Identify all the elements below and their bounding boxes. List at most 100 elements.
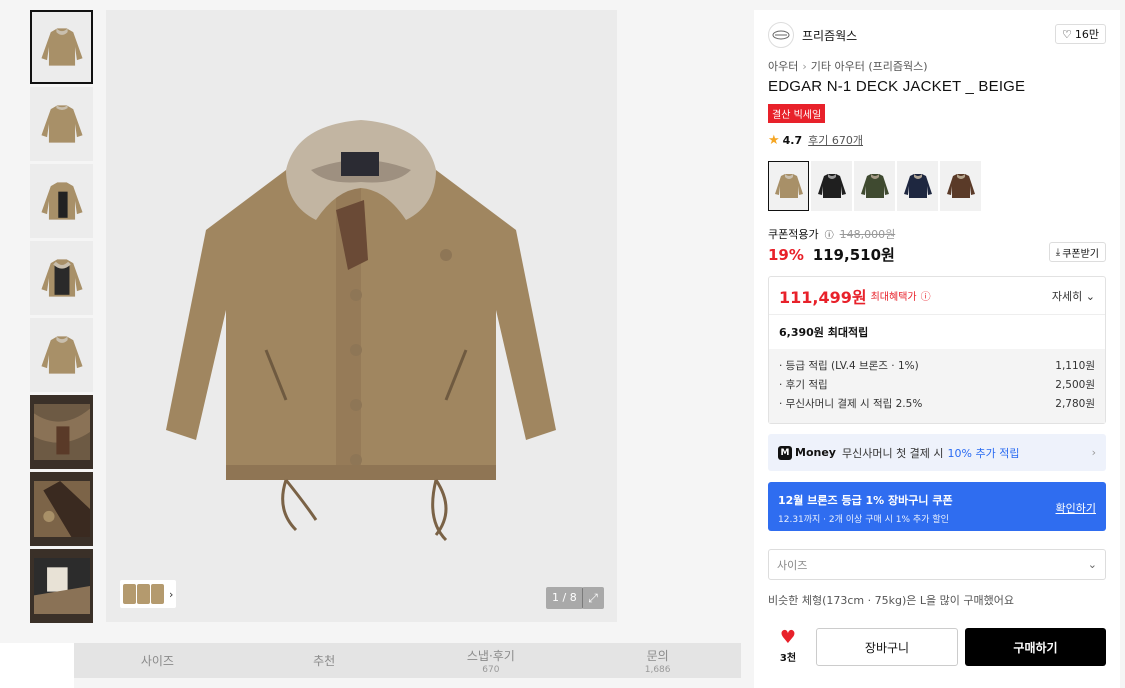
tab-inquiry[interactable]: 문의 1,686 <box>574 643 741 678</box>
points-row-value: 1,110원 <box>1055 360 1095 372</box>
mini-thumb <box>137 584 150 604</box>
heart-outline-icon: ♡ <box>1062 27 1072 41</box>
points-row: · 무신사머니 결제 시 적립 2.5% 2,780원 <box>779 395 1095 414</box>
breadcrumb-category[interactable]: 기타 아우터 (프리즘웍스) <box>811 60 928 73</box>
money-text: 무신사머니 첫 결제 시 <box>841 446 944 460</box>
chevron-right-icon: › <box>1091 446 1096 459</box>
review-link[interactable]: 후기 670개 <box>808 132 863 148</box>
rating-row: ★ 4.7 후기 670개 <box>768 132 863 148</box>
tab-count: 670 <box>482 664 500 675</box>
thumbnail-2[interactable] <box>30 87 93 161</box>
label-detail-image <box>33 558 90 614</box>
mini-thumb <box>123 584 136 604</box>
coupon-button-label: 쿠폰받기 <box>1062 248 1099 260</box>
color-option-black[interactable] <box>811 161 852 211</box>
jacket-lining-image <box>40 259 83 297</box>
musinsa-money-banner[interactable]: M Money 무신사머니 첫 결제 시 10% 추가 적립 › <box>768 434 1106 471</box>
jacket-back-image <box>40 105 83 143</box>
breadcrumb-outer[interactable]: 아우터 <box>768 60 798 73</box>
detail-toggle[interactable]: 자세히 ⌄ <box>1052 288 1095 304</box>
add-to-cart-button[interactable]: 장바구니 <box>816 628 958 666</box>
points-row-label: · 무신사머니 결제 시 적립 2.5% <box>779 398 923 410</box>
promo-title: 12월 브론즈 등급 1% 장바구니 쿠폰 <box>778 494 953 507</box>
color-option-brown[interactable] <box>940 161 981 211</box>
jacket-swatch-image <box>860 174 889 198</box>
original-price: 148,000원 <box>839 228 896 241</box>
thumbnail-6[interactable] <box>30 395 93 469</box>
chevron-down-icon: ⌄ <box>1087 558 1097 571</box>
jacket-swatch-image <box>817 174 846 198</box>
points-breakdown: · 등급 적립 (LV.4 브론즈 · 1%) 1,110원 · 후기 적립 2… <box>769 349 1105 423</box>
brand-like-button[interactable]: ♡ 16만 <box>1055 24 1106 44</box>
thumbnail-3[interactable] <box>30 164 93 238</box>
points-row-label: · 후기 적립 <box>779 379 828 391</box>
color-options <box>768 161 981 211</box>
tab-count: 1,686 <box>644 664 671 675</box>
size-recommendation: 비슷한 체형(173cm · 75kg)은 L을 많이 구매했어요 <box>768 594 1014 607</box>
jacket-swatch-image <box>903 174 932 198</box>
fur-collar-detail-image <box>33 404 90 460</box>
points-row: · 후기 적립 2,500원 <box>779 376 1095 395</box>
thumbnail-8[interactable] <box>30 549 93 623</box>
product-info-panel: 프리즘웍스 ♡ 16만 아우터 › 기타 아우터 (프리즘웍스) EDGAR N-1… <box>754 10 1120 688</box>
info-icon[interactable]: ⓘ <box>825 228 834 241</box>
tab-size[interactable]: 사이즈 <box>74 643 241 678</box>
thumbnail-1[interactable] <box>30 10 93 84</box>
max-benefit-price: 111,499원 <box>779 287 867 307</box>
download-icon: ⤓ <box>1055 246 1061 258</box>
brand-logo-icon[interactable] <box>768 22 794 48</box>
max-benefit-header: 111,499원 최대혜택가 ⓘ 자세히 ⌄ <box>769 277 1105 315</box>
breadcrumb: 아우터 › 기타 아우터 (프리즘웍스) <box>768 58 928 74</box>
like-button[interactable]: ♥ 3천 <box>774 627 802 665</box>
coupon-download-button[interactable]: ⤓ 쿠폰받기 <box>1048 242 1106 262</box>
size-select[interactable]: 사이즈 ⌄ <box>768 549 1106 580</box>
main-product-image: › 1 / 8 ⤢ <box>106 10 617 622</box>
jacket-swatch-image <box>946 174 975 198</box>
info-icon[interactable]: ⓘ <box>921 288 931 303</box>
tab-label: 문의 <box>646 648 669 663</box>
points-row: · 등급 적립 (LV.4 브론즈 · 1%) 1,110원 <box>779 357 1095 376</box>
mini-thumb <box>151 584 164 604</box>
gallery-preview-toggle[interactable]: › <box>120 580 176 608</box>
thumbnail-7[interactable] <box>30 472 93 546</box>
buy-now-button[interactable]: 구매하기 <box>965 628 1106 666</box>
jacket-open-image <box>40 182 83 220</box>
jacket-swatch-image <box>774 174 803 198</box>
points-row-label: · 등급 적립 (LV.4 브론즈 · 1%) <box>779 360 919 372</box>
money-highlight: 10% 추가 적립 <box>947 446 1020 460</box>
tab-label: 사이즈 <box>140 654 174 668</box>
max-benefit-box: 111,499원 최대혜택가 ⓘ 자세히 ⌄ 6,390원 최대적립 · 등급 … <box>768 276 1106 424</box>
color-option-navy[interactable] <box>897 161 938 211</box>
price-label-row: 쿠폰적용가 ⓘ 148,000원 <box>768 226 895 242</box>
tab-spacer <box>0 643 74 688</box>
chevron-right-icon: › <box>169 587 174 601</box>
heart-filled-icon: ♥ <box>779 627 797 648</box>
jacket-thumbnail-image <box>40 28 83 66</box>
jacket-image <box>166 120 556 542</box>
thumbnail-5[interactable] <box>30 318 93 392</box>
button-detail-image <box>33 481 90 537</box>
promo-subtitle: 12.31까지 · 2개 이상 구매 시 1% 추가 할인 <box>778 515 949 525</box>
color-option-olive[interactable] <box>854 161 895 211</box>
section-tabs: 사이즈 추천 스냅·후기 670 문의 1,686 <box>74 643 741 678</box>
max-benefit-tag: 최대혜택가 <box>870 292 917 303</box>
tab-snap-review[interactable]: 스냅·후기 670 <box>408 643 575 678</box>
detail-label: 자세히 <box>1051 289 1083 303</box>
brand-name[interactable]: 프리즘웍스 <box>802 27 857 44</box>
color-option-beige[interactable] <box>768 161 809 211</box>
brand-like-count: 16만 <box>1074 28 1099 41</box>
promo-confirm-link[interactable]: 확인하기 <box>1056 500 1096 516</box>
expand-icon[interactable]: ⤢ <box>582 587 604 609</box>
sale-badge: 결산 빅세일 <box>768 104 826 123</box>
thumbnail-4[interactable] <box>30 241 93 315</box>
chevron-right-icon: › <box>802 60 807 73</box>
money-logo-icon: M <box>778 445 792 460</box>
price-row: 19% 119,510원 <box>768 244 895 265</box>
discount-rate: 19% <box>768 246 804 264</box>
image-pager: 1 / 8 <box>546 587 583 609</box>
tab-recommend[interactable]: 추천 <box>241 643 408 678</box>
cart-coupon-banner[interactable]: 12월 브론즈 등급 1% 장바구니 쿠폰 12.31까지 · 2개 이상 구매… <box>768 482 1106 531</box>
chevron-down-icon: ⌄ <box>1085 289 1095 303</box>
rating-score: 4.7 <box>782 133 803 147</box>
points-row-value: 2,500원 <box>1055 379 1095 391</box>
